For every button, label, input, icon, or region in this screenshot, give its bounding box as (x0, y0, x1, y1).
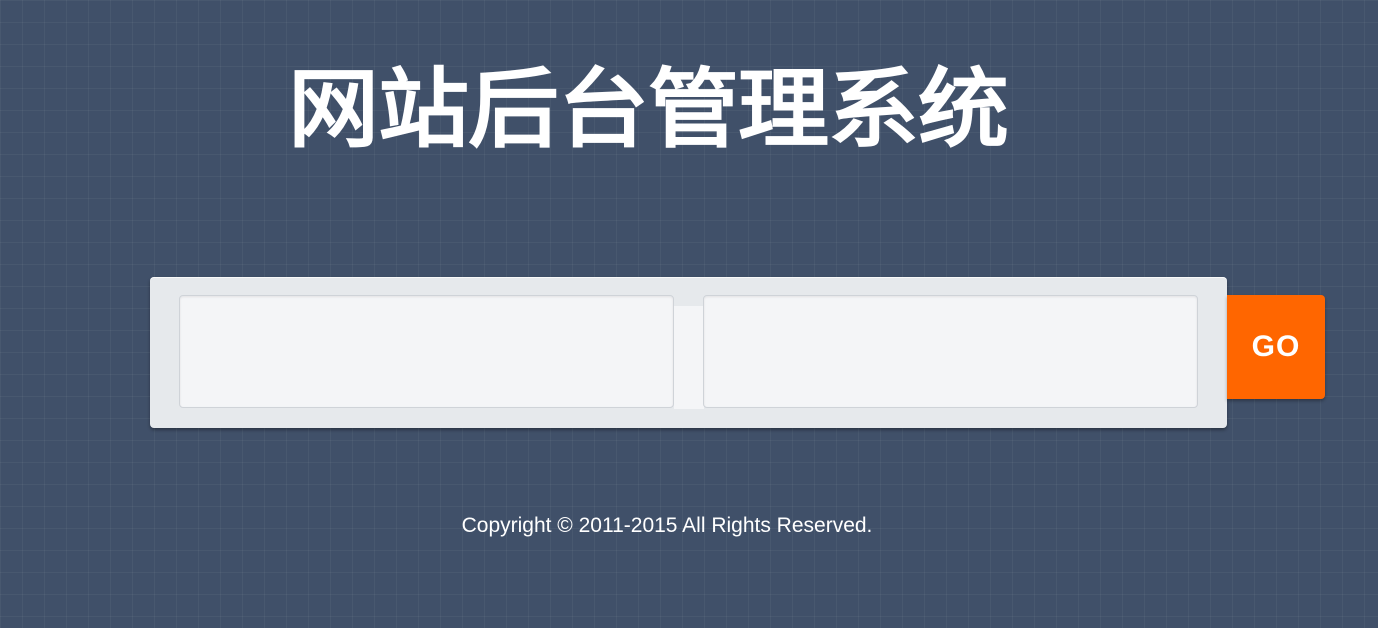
login-form (150, 277, 1227, 428)
copyright-text: Copyright © 2011-2015 All Rights Reserve… (461, 514, 873, 537)
username-input[interactable] (179, 295, 674, 408)
password-input[interactable] (703, 295, 1198, 408)
go-button[interactable]: GO (1227, 295, 1325, 399)
page-title: 网站后台管理系统 (288, 59, 1009, 160)
field-divider (674, 306, 704, 409)
